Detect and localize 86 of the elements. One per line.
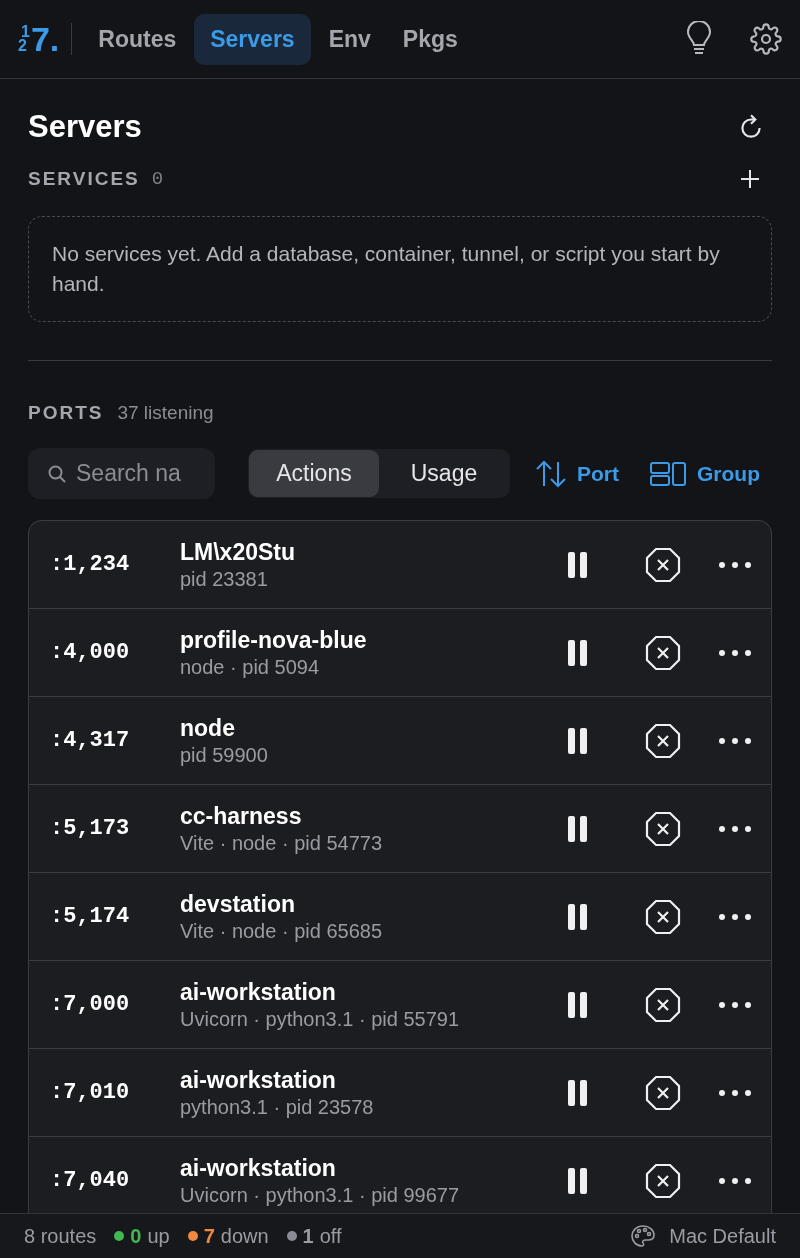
- more-icon[interactable]: [719, 1089, 751, 1096]
- port-row[interactable]: :5,174 devstation Vite · node · pid 65685: [29, 873, 771, 961]
- status-count: 1: [302, 1224, 314, 1249]
- stop-icon[interactable]: [645, 986, 681, 1023]
- stop-icon[interactable]: [645, 810, 681, 847]
- stop-icon[interactable]: [645, 634, 681, 671]
- layout-icon: [650, 461, 686, 486]
- port-number: :5,174: [50, 903, 131, 931]
- port-number: :1,234: [50, 551, 131, 579]
- process-name: ai-workstation: [180, 978, 337, 1006]
- pause-icon[interactable]: [567, 990, 589, 1019]
- stop-icon[interactable]: [645, 546, 681, 583]
- section-label: PORTS: [28, 400, 104, 425]
- nav-tab[interactable]: Routes: [84, 13, 191, 65]
- process-name: profile-nova-blue: [180, 626, 368, 654]
- port-row[interactable]: :4,317 node pid 59900: [29, 697, 771, 785]
- process-meta: Uvicorn · python3.1 · pid 55791: [180, 1007, 461, 1032]
- more-icon[interactable]: [719, 1001, 751, 1008]
- empty-message: No services yet. Add a database, container, tunnel, or script you start by hand.: [52, 240, 721, 297]
- process-meta: python3.1 · pid 23578: [180, 1095, 375, 1120]
- port-number: :4,000: [50, 639, 131, 667]
- nav-tab[interactable]: Servers: [194, 13, 311, 65]
- sort-button[interactable]: Port: [535, 457, 619, 490]
- ports-count: 37 listening: [117, 400, 214, 425]
- palette-icon: [631, 1225, 656, 1247]
- more-icon[interactable]: [719, 825, 751, 832]
- search-field[interactable]: Search na: [28, 448, 215, 499]
- process-meta: Vite · node · pid 54773: [180, 831, 383, 856]
- process-meta: Uvicorn · python3.1 · pid 99677: [180, 1183, 461, 1208]
- lightbulb-icon[interactable]: [686, 21, 712, 57]
- routes-count: 8 routes: [24, 1224, 97, 1249]
- more-icon[interactable]: [719, 1177, 751, 1184]
- more-icon[interactable]: [719, 737, 751, 744]
- settings-icon[interactable]: [750, 23, 782, 55]
- stop-icon[interactable]: [645, 722, 681, 759]
- process-meta: Vite · node · pid 65685: [180, 919, 383, 944]
- stop-icon[interactable]: [645, 1162, 681, 1199]
- refresh-icon[interactable]: [738, 113, 764, 141]
- stop-icon[interactable]: [645, 898, 681, 935]
- add-icon[interactable]: [740, 169, 760, 190]
- port-number: :7,010: [50, 1079, 131, 1107]
- port-row[interactable]: :7,010 ai-workstation python3.1 · pid 23578: [29, 1049, 771, 1137]
- pause-icon[interactable]: [567, 638, 589, 667]
- status-count: 7: [203, 1224, 215, 1249]
- process-name: node: [180, 714, 236, 742]
- group-button[interactable]: Group: [650, 457, 760, 490]
- nav-tab[interactable]: Pkgs: [388, 13, 472, 65]
- theme-button[interactable]: Mac Default: [631, 1221, 776, 1251]
- pause-icon[interactable]: [567, 1078, 589, 1107]
- view-tab[interactable]: Actions: [249, 450, 379, 497]
- pause-icon[interactable]: [567, 550, 589, 579]
- port-row[interactable]: :1,234 LM\x20Stu pid 23381: [29, 521, 771, 609]
- pause-icon[interactable]: [567, 902, 589, 931]
- status-label: up: [147, 1224, 170, 1249]
- more-icon[interactable]: [719, 913, 751, 920]
- process-name: ai-workstation: [180, 1154, 337, 1182]
- port-row[interactable]: :4,000 profile-nova-blue node · pid 5094: [29, 609, 771, 697]
- services-count: 0: [151, 167, 164, 192]
- port-number: :7,000: [50, 991, 131, 1019]
- port-number: :4,317: [50, 727, 131, 755]
- pause-icon[interactable]: [567, 726, 589, 755]
- process-name: ai-workstation: [180, 1066, 337, 1094]
- process-name: cc-harness: [180, 802, 303, 830]
- view-tab[interactable]: Usage: [379, 450, 509, 497]
- sort-icon: [535, 459, 567, 488]
- search-icon: [48, 465, 66, 483]
- status-count: 0: [130, 1224, 142, 1249]
- process-meta: pid 23381: [180, 567, 269, 592]
- more-icon[interactable]: [719, 561, 751, 568]
- process-name: LM\x20Stu: [180, 538, 297, 566]
- stop-icon[interactable]: [645, 1074, 681, 1111]
- process-name: devstation: [180, 890, 297, 918]
- port-number: :5,173: [50, 815, 131, 843]
- page-title: Servers: [28, 108, 142, 146]
- more-icon[interactable]: [719, 649, 751, 656]
- port-number: :7,040: [50, 1167, 131, 1195]
- section-label: SERVICES: [28, 167, 140, 191]
- process-meta: node · pid 5094: [180, 655, 320, 680]
- pause-icon[interactable]: [567, 814, 589, 843]
- process-meta: pid 59900: [180, 743, 269, 768]
- nav-tab[interactable]: Env: [314, 13, 385, 65]
- port-row[interactable]: :7,000 ai-workstation Uvicorn · python3.1 · pid 55791: [29, 961, 771, 1049]
- port-row[interactable]: :5,173 cc-harness Vite · node · pid 54773: [29, 785, 771, 873]
- status-label: off: [319, 1224, 342, 1249]
- status-label: down: [220, 1224, 269, 1249]
- pause-icon[interactable]: [567, 1166, 589, 1195]
